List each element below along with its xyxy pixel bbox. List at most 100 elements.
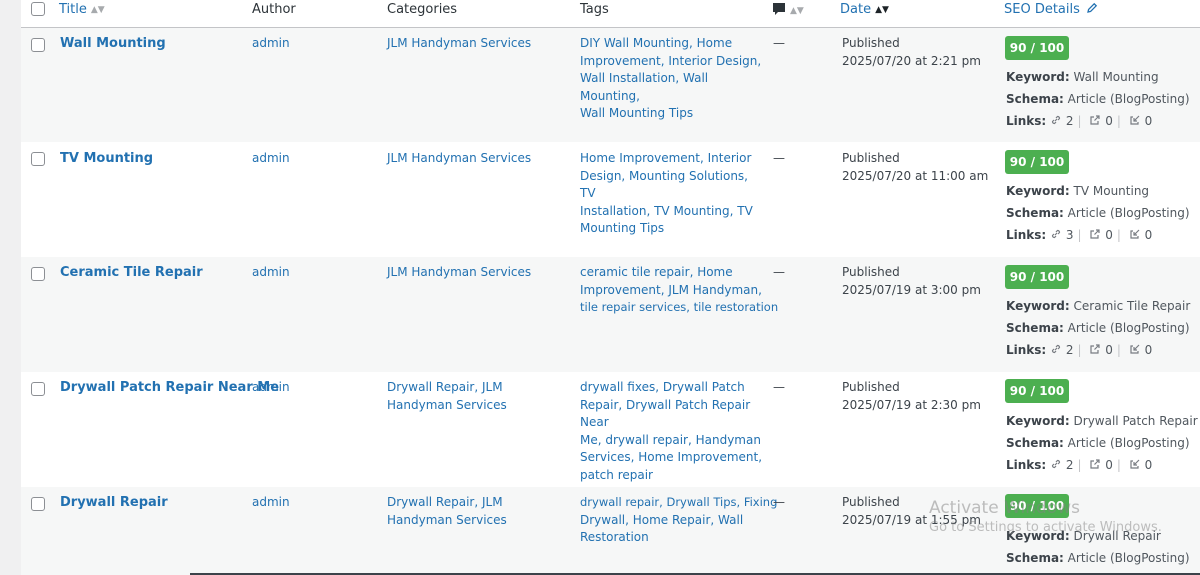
tag-links[interactable]: ceramic tile repair, Home Improvement, J… (580, 264, 778, 317)
seo-keyword: Keyword: Drywall Patch Repair (1006, 410, 1198, 432)
author-link[interactable]: admin (252, 379, 290, 397)
comment-count: — (773, 495, 785, 509)
internal-link-icon (1051, 115, 1061, 125)
incoming-links-count: 0 (1144, 343, 1153, 357)
category-links[interactable]: JLM Handyman Services (387, 35, 557, 53)
row-checkbox[interactable] (31, 38, 45, 52)
category-links[interactable]: Drywall Repair, JLM Handyman Services (387, 494, 562, 529)
seo-schema-value: Article (BlogPosting) (1067, 436, 1190, 450)
internal-links-count: 2 (1065, 458, 1074, 472)
tag-line: Drywall, Home Repair, Wall (580, 512, 744, 527)
tag-line: Wall Mounting Tips (580, 106, 694, 120)
seo-keyword: Keyword: TV Mounting (1006, 180, 1149, 202)
seo-schema-label: Schema: (1006, 92, 1064, 106)
internal-links-count: 2 (1065, 343, 1074, 357)
post-date: Published 2025/07/19 at 1:55 pm (842, 494, 981, 529)
table-row: Drywall Repair admin Drywall Repair, JLM… (21, 487, 1200, 575)
incoming-links-count: 0 (1144, 458, 1153, 472)
table-header: Title ▲▼ Author Categories Tags ▲▼ Date ▲▼… (21, 0, 1200, 28)
tag-links[interactable]: DIY Wall Mounting, Home Improvement, Int… (580, 35, 765, 123)
tag-line: Wall Installation, Wall Mounting, (580, 71, 709, 103)
post-date-value: 2025/07/20 at 11:00 am (842, 168, 989, 183)
seo-score-badge: 90 / 100 (1005, 36, 1069, 60)
seo-schema-value: Article (BlogPosting) (1067, 551, 1190, 565)
tag-links[interactable]: drywall fixes, Drywall Patch Repair, Dry… (580, 379, 765, 484)
tag-links[interactable]: drywall repair, Drywall Tips, Fixing Dry… (580, 494, 778, 547)
seo-links-label: Links: (1006, 343, 1047, 357)
post-title-link[interactable]: Drywall Repair (60, 494, 168, 512)
seo-links: Links: 2 | 0 | 0 (1006, 454, 1152, 476)
column-seo-details[interactable]: SEO Details (1004, 0, 1098, 19)
seo-schema: Schema: Article (BlogPosting) (1006, 317, 1190, 339)
post-date-value: 2025/07/19 at 1:55 pm (842, 512, 981, 527)
seo-keyword: Keyword: Ceramic Tile Repair (1006, 295, 1190, 317)
incoming-link-icon (1130, 115, 1140, 125)
post-date-value: 2025/07/19 at 3:00 pm (842, 282, 981, 297)
column-comments-sort[interactable]: ▲▼ (772, 1, 804, 21)
column-author: Author (252, 2, 296, 17)
seo-keyword-value: Drywall Patch Repair (1073, 414, 1198, 428)
column-seo-label: SEO Details (1004, 2, 1080, 17)
post-title-link[interactable]: Drywall Patch Repair Near Me (60, 379, 279, 397)
category-links[interactable]: JLM Handyman Services (387, 264, 557, 282)
external-link-icon (1090, 344, 1101, 354)
post-title-link[interactable]: Ceramic Tile Repair (60, 264, 203, 282)
row-checkbox[interactable] (31, 497, 45, 511)
column-date-sort[interactable]: Date ▲▼ (840, 0, 889, 20)
divider: | (1116, 343, 1121, 357)
author-link[interactable]: admin (252, 35, 290, 53)
divider: | (1116, 228, 1121, 242)
internal-links-count: 3 (1065, 228, 1074, 242)
author-link[interactable]: admin (252, 264, 290, 282)
sort-icon: ▲▼ (90, 5, 105, 15)
tag-line: Home Improvement, Interior (580, 151, 752, 165)
author-link[interactable]: admin (252, 494, 290, 512)
seo-links-label: Links: (1006, 228, 1047, 242)
seo-schema-value: Article (BlogPosting) (1067, 206, 1190, 220)
author-link[interactable]: admin (252, 150, 290, 168)
tag-links[interactable]: Home Improvement, Interior Design, Mount… (580, 150, 765, 238)
tag-line: Me, drywall repair, Handyman (580, 432, 761, 447)
comment-count: — (773, 151, 785, 165)
comment-count: — (773, 380, 785, 394)
column-tags: Tags (580, 2, 609, 17)
tag-line: drywall repair, Drywall Tips, Fixing (580, 495, 778, 509)
category-links[interactable]: JLM Handyman Services (387, 150, 557, 168)
tag-line: DIY Wall Mounting, Home (580, 36, 733, 50)
seo-keyword-value: TV Mounting (1073, 184, 1150, 198)
divider: | (1077, 114, 1082, 128)
incoming-link-icon (1130, 344, 1140, 354)
row-checkbox[interactable] (31, 382, 45, 396)
post-title-link[interactable]: TV Mounting (60, 150, 153, 168)
seo-links: Links: 2 | 0 | 0 (1006, 110, 1152, 132)
row-checkbox[interactable] (31, 152, 45, 166)
comment-bubble-icon (773, 3, 785, 15)
comment-count: — (773, 36, 785, 50)
seo-score-badge: 90 / 100 (1005, 494, 1069, 518)
post-date: Published 2025/07/20 at 11:00 am (842, 150, 988, 185)
posts-table: Title ▲▼ Author Categories Tags ▲▼ Date ▲▼… (21, 0, 1200, 575)
sort-icon: ▲▼ (790, 6, 804, 16)
internal-links-count: 2 (1065, 114, 1074, 128)
category-links[interactable]: Drywall Repair, JLM Handyman Services (387, 379, 562, 414)
post-status: Published (842, 265, 900, 279)
seo-keyword-label: Keyword: (1006, 70, 1070, 84)
post-title-link[interactable]: Wall Mounting (60, 35, 166, 53)
seo-links: Links: 2 | 0 | 0 (1006, 339, 1152, 361)
row-checkbox[interactable] (31, 267, 45, 281)
select-all-checkbox[interactable] (31, 2, 45, 16)
divider: | (1077, 458, 1082, 472)
seo-schema: Schema: Article (BlogPosting) (1006, 202, 1190, 224)
internal-link-icon (1051, 344, 1061, 354)
seo-keyword-label: Keyword: (1006, 529, 1070, 543)
incoming-links-count: 0 (1144, 114, 1153, 128)
external-link-icon (1090, 115, 1101, 125)
column-title-sort[interactable]: Title ▲▼ (59, 0, 105, 20)
seo-schema-value: Article (BlogPosting) (1067, 92, 1190, 106)
seo-score-badge: 90 / 100 (1005, 265, 1069, 289)
tag-line: Services, Home Improvement, (580, 450, 763, 464)
table-row: Drywall Patch Repair Near Me Drywall Rep… (21, 372, 1200, 487)
post-date-value: 2025/07/19 at 2:30 pm (842, 397, 981, 412)
post-status: Published (842, 495, 900, 509)
seo-schema: Schema: Article (BlogPosting) (1006, 432, 1190, 454)
